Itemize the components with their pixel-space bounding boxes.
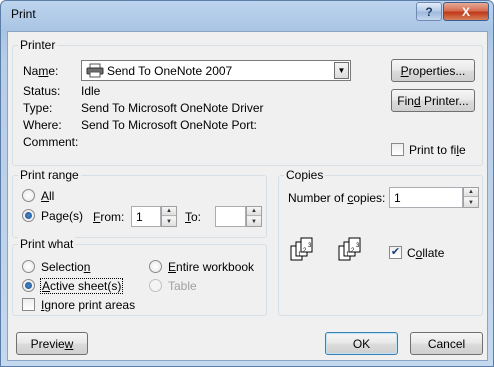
print-range-pages-radio[interactable] [22, 209, 35, 222]
print-dialog: Print ? X Printer Name: Send To OneNote … [0, 0, 494, 367]
entire-workbook-label[interactable]: Entire workbook [168, 260, 254, 274]
from-input[interactable]: 1 [131, 206, 161, 227]
close-button[interactable]: X [443, 2, 489, 21]
collate-label[interactable]: Collate [407, 246, 444, 260]
collate-pages-icon: 3 2 1 [338, 237, 361, 261]
spin-down-icon[interactable]: ▼ [162, 217, 176, 226]
properties-button-label: Properties... [400, 63, 466, 78]
where-label: Where: [23, 118, 62, 132]
table-radio[interactable] [149, 279, 162, 292]
print-to-file-label[interactable]: Print to file [409, 143, 466, 157]
spin-up-icon[interactable]: ▲ [247, 207, 261, 216]
print-range-group: Print range All Page(s) From: 1 ▲ ▼ To: … [12, 168, 267, 238]
print-range-all-radio[interactable] [22, 189, 35, 202]
to-spinner[interactable]: ▲ ▼ [246, 206, 262, 227]
spin-down-icon[interactable]: ▼ [464, 198, 478, 207]
printer-name-dropdown-arrow[interactable]: ▼ [334, 62, 349, 79]
cancel-button-label: Cancel [427, 336, 466, 351]
preview-button-label: Preview [30, 336, 74, 351]
ok-button[interactable]: OK [325, 332, 398, 355]
window-title: Print [11, 7, 36, 21]
properties-button[interactable]: Properties... [391, 59, 475, 82]
collate-pages-icon: 3 2 1 [290, 237, 313, 261]
comment-label: Comment: [23, 135, 79, 149]
title-bar[interactable]: Print ? X [1, 1, 493, 31]
active-sheets-radio[interactable] [22, 279, 35, 292]
selection-label[interactable]: Selection [41, 260, 90, 274]
type-label: Type: [23, 101, 53, 115]
copies-group: Copies Number of copies: 1 ▲ ▼ 3 2 1 3 2 [278, 168, 483, 316]
chevron-down-icon: ▼ [337, 66, 346, 75]
collate-checkbox[interactable]: ✔ [389, 246, 402, 259]
from-spinner[interactable]: ▲ ▼ [161, 206, 177, 227]
dialog-body: Printer Name: Send To OneNote 2007 ▼ Sta… [7, 31, 488, 361]
where-value: Send To Microsoft OneNote Port: [81, 118, 257, 132]
to-input[interactable] [215, 206, 246, 227]
print-to-file-checkbox[interactable] [391, 143, 404, 156]
print-range-pages-label[interactable]: Page(s) [41, 209, 83, 223]
ok-button-label: OK [352, 336, 371, 351]
print-what-group-label: Print what [18, 237, 76, 251]
help-icon: ? [425, 4, 433, 19]
printer-icon [86, 63, 104, 78]
spin-down-icon[interactable]: ▼ [247, 217, 261, 226]
spin-up-icon[interactable]: ▲ [464, 188, 478, 197]
printer-name-select[interactable]: Send To OneNote 2007 ▼ [81, 60, 351, 81]
printer-group-label: Printer [18, 38, 58, 52]
find-printer-button[interactable]: Find Printer... [391, 89, 475, 112]
find-printer-button-label: Find Printer... [397, 93, 469, 108]
printer-name-label: Name: [23, 64, 59, 78]
print-what-group: Print what Selection Entire workbook Act… [12, 237, 267, 316]
from-label: From: [93, 210, 125, 224]
help-button[interactable]: ? [416, 2, 442, 21]
number-of-copies-label: Number of copies: [288, 191, 386, 205]
spin-up-icon[interactable]: ▲ [162, 207, 176, 216]
active-sheets-label[interactable]: Active sheet(s) [40, 278, 124, 294]
cancel-button[interactable]: Cancel [410, 332, 483, 355]
entire-workbook-radio[interactable] [149, 260, 162, 273]
printer-group: Printer Name: Send To OneNote 2007 ▼ Sta… [12, 38, 483, 166]
ignore-print-areas-label[interactable]: Ignore print areas [41, 298, 135, 312]
status-label: Status: [23, 84, 61, 98]
selection-radio[interactable] [22, 260, 35, 273]
copies-spinner[interactable]: ▲ ▼ [463, 187, 479, 208]
ignore-print-areas-checkbox[interactable] [22, 298, 35, 311]
close-icon: X [461, 4, 470, 19]
copies-group-label: Copies [284, 168, 326, 182]
status-value: Idle [81, 84, 101, 98]
table-label: Table [168, 279, 197, 293]
preview-button[interactable]: Preview [16, 332, 88, 355]
print-range-group-label: Print range [18, 168, 81, 182]
to-label: To: [185, 210, 202, 224]
printer-name-value: Send To OneNote 2007 [107, 64, 233, 78]
type-value: Send To Microsoft OneNote Driver [81, 101, 264, 115]
number-of-copies-input[interactable]: 1 [389, 187, 463, 208]
print-range-all-label[interactable]: All [41, 189, 54, 203]
